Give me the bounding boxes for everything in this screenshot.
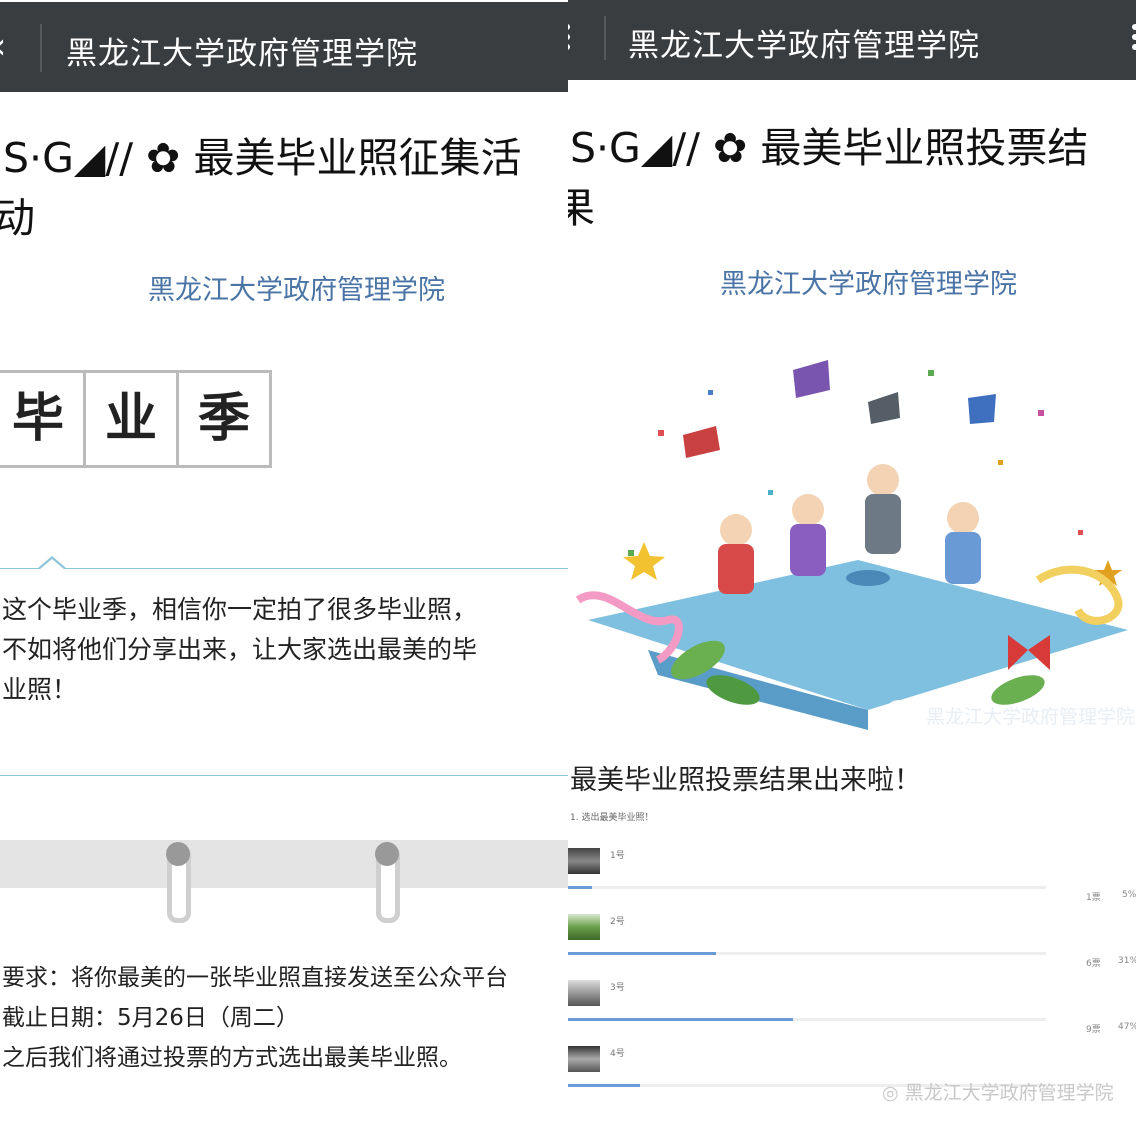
vote-count: 9票 [1086, 1025, 1101, 1035]
more-dots-icon[interactable] [568, 20, 572, 54]
article-title-line-1: ’S·G◢// ✿ 最美毕业照征集活 [0, 134, 522, 182]
vote-percent: 5% [1122, 890, 1136, 900]
vote-percent: 31% [1118, 956, 1136, 966]
vote-percent: 47% [1118, 1022, 1136, 1032]
author-link[interactable]: 黑龙江大学政府管理学院 [720, 262, 1017, 301]
article-title-line-2: 果 [568, 184, 595, 232]
wechat-icon [886, 700, 910, 724]
article-title-line-1: S·G◢// ✿ 最美毕业照投票结 [570, 124, 1089, 172]
binder-strip [0, 840, 568, 888]
bar-fill [568, 952, 717, 955]
poll-question: 1. 选出最美毕业照！ [570, 813, 654, 823]
bar-track [568, 952, 1046, 955]
option-label: 2号 [610, 917, 625, 927]
bar-fill [568, 886, 592, 889]
binder-ring-top [375, 842, 399, 866]
topbar-title: 黑龙江大学政府管理学院 [66, 36, 418, 72]
author-link[interactable]: 黑龙江大学政府管理学院 [148, 268, 445, 307]
article-title-line-2: 动 [0, 194, 35, 242]
binder-ring-top [166, 842, 190, 866]
bar-fill [568, 1018, 793, 1021]
bar-fill [568, 1084, 640, 1087]
more-dots-icon[interactable] [1132, 20, 1136, 54]
requirement-line: 要求：将你最美的一张毕业照直接发送至公众平台 [2, 965, 508, 991]
topbar-divider [604, 16, 606, 60]
option-label: 3号 [610, 983, 625, 993]
vote-count: 6票 [1086, 959, 1101, 969]
option-thumbnail [568, 848, 600, 874]
poll-option-row[interactable]: 1号 1票 5% [568, 848, 1136, 914]
option-thumbnail [568, 980, 600, 1006]
poll-option-row[interactable]: 2号 6票 31% [568, 914, 1136, 980]
watermark-text: 黑龙江大学政府管理学院 [904, 1082, 1114, 1104]
back-arrow-icon[interactable]: ‹ [0, 26, 6, 67]
requirements-text: 要求：将你最美的一张毕业照直接发送至公众平台 截止日期：5月26日（周二） 之后… [2, 958, 568, 1078]
vote-count: 1票 [1086, 893, 1101, 903]
option-label: 4号 [610, 1049, 625, 1059]
topbar-divider [40, 24, 42, 72]
wechat-icon: ◎ [882, 1082, 905, 1104]
account-watermark: ◎ 黑龙江大学政府管理学院 [882, 1078, 1114, 1105]
flying-cap [793, 360, 830, 398]
graduation-illustration [575, 360, 1128, 730]
intro-text: 这个毕业季，相信你一定拍了很多毕业照， 不如将他们分享出来，让大家选出最美的毕 … [2, 590, 562, 710]
grid-char-box: 季 [176, 370, 272, 468]
grid-char-box: 业 [83, 370, 179, 468]
result-heading: 最美毕业照投票结果出来啦！ [570, 765, 921, 796]
right-article-screen: 黑龙江大学政府管理学院 S·G◢// ✿ 最美毕业照投票结 果 黑龙江大学政府管… [568, 0, 1136, 1136]
option-label: 1号 [610, 851, 625, 861]
requirement-line: 之后我们将通过投票的方式选出最美毕业照。 [2, 1045, 462, 1071]
bar-track [568, 1018, 1046, 1021]
topbar-title: 黑龙江大学政府管理学院 [628, 28, 980, 64]
top-navigation-bar: ‹ 黑龙江大学政府管理学院 [0, 2, 568, 92]
bar-track [568, 886, 1046, 889]
deadline-line: 截止日期：5月26日（周二） [2, 1005, 299, 1031]
intro-line: 不如将他们分享出来，让大家选出最美的毕 [2, 635, 478, 664]
grid-char-box: 毕 [0, 370, 86, 468]
poll-option-row[interactable]: 3号 9票 47% [568, 980, 1136, 1046]
image-watermark: 黑龙江大学政府管理学院 [926, 706, 1136, 728]
left-article-screen: ‹ 黑龙江大学政府管理学院 ’S·G◢// ✿ 最美毕业照征集活 动 黑龙江大学… [0, 0, 568, 1136]
option-thumbnail [568, 914, 600, 940]
option-thumbnail [568, 1046, 600, 1072]
intro-line: 这个毕业季，相信你一定拍了很多毕业照， [2, 595, 478, 624]
top-navigation-bar: 黑龙江大学政府管理学院 [568, 0, 1136, 80]
intro-line: 业照！ [2, 675, 78, 704]
